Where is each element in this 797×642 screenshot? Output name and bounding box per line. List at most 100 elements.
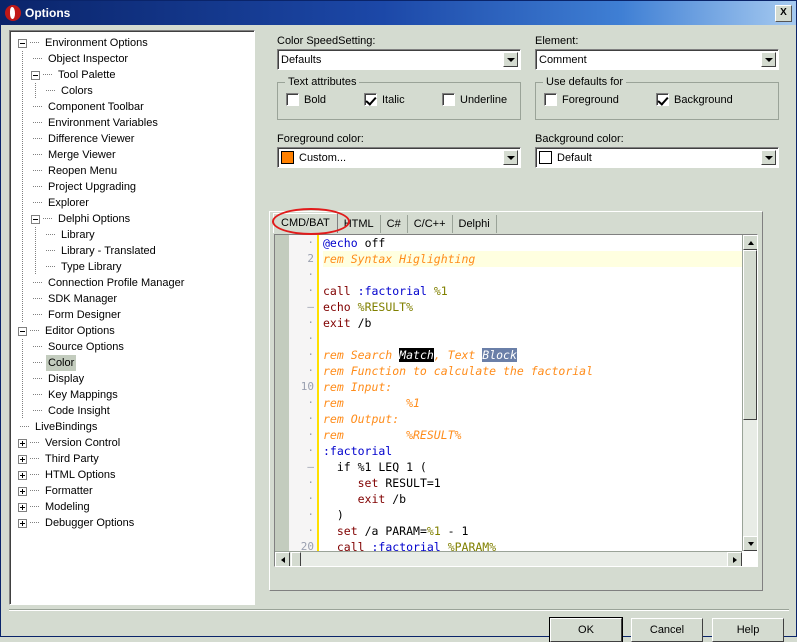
tree-item-label: Reopen Menu: [46, 163, 119, 179]
gutter-marker: ·: [289, 475, 314, 491]
tree-item[interactable]: Colors: [18, 83, 254, 99]
gutter-marker: 2: [289, 251, 314, 267]
expand-icon[interactable]: [18, 439, 27, 448]
vertical-scroll-thumb[interactable]: [743, 250, 757, 420]
close-icon[interactable]: X: [775, 5, 792, 22]
tree-item[interactable]: Environment Variables: [18, 115, 254, 131]
expand-icon[interactable]: [18, 455, 27, 464]
collapse-icon[interactable]: [18, 39, 27, 48]
tab-cmd-bat[interactable]: CMD/BAT: [273, 213, 338, 233]
tree-item-label: Project Upgrading: [46, 179, 138, 195]
tree-item[interactable]: Tool Palette: [18, 67, 254, 83]
code-text-area[interactable]: @echo offrem Syntax Higlighting call :fa…: [319, 235, 757, 566]
tree-item[interactable]: Merge Viewer: [18, 147, 254, 163]
tree-item[interactable]: Editor Options: [18, 323, 254, 339]
tree-item[interactable]: Color: [18, 355, 254, 371]
chevron-down-icon[interactable]: [761, 150, 776, 165]
checkbox-checked-icon[interactable]: [656, 93, 669, 106]
scroll-up-button[interactable]: [743, 235, 758, 250]
tree-item[interactable]: Modeling: [18, 499, 254, 515]
collapse-icon[interactable]: [31, 215, 40, 224]
checkbox-icon[interactable]: [544, 93, 557, 106]
tree-item[interactable]: Object Inspector: [18, 51, 254, 67]
tab-c-[interactable]: C#: [381, 215, 408, 233]
code-line: [323, 267, 757, 283]
tree-item[interactable]: Formatter: [18, 483, 254, 499]
tree-item-label: Object Inspector: [46, 51, 130, 67]
horizontal-scrollbar[interactable]: [275, 551, 742, 566]
footer-divider: [9, 609, 789, 611]
options-tree[interactable]: Environment OptionsObject InspectorTool …: [9, 30, 255, 605]
code-token: , Text: [434, 348, 482, 362]
checkbox-icon[interactable]: [286, 93, 299, 106]
options-dialog: Options X Environment OptionsObject Insp…: [0, 0, 797, 637]
scroll-down-button[interactable]: [743, 536, 758, 551]
chevron-down-icon[interactable]: [503, 150, 518, 165]
tree-item[interactable]: Difference Viewer: [18, 131, 254, 147]
gutter-marker: ·: [289, 331, 314, 347]
tab-strip[interactable]: CMD/BATHTMLC#C/C++Delphi: [270, 212, 762, 233]
tree-item[interactable]: Project Upgrading: [18, 179, 254, 195]
expand-icon[interactable]: [18, 503, 27, 512]
tree-item-label: Library - Translated: [59, 243, 158, 259]
checkbox-icon[interactable]: [442, 93, 455, 106]
background-color-combo[interactable]: Default: [535, 147, 779, 168]
tree-item[interactable]: Explorer: [18, 195, 254, 211]
foreground-default-checkbox[interactable]: Foreground: [544, 93, 656, 106]
tree-item-label: Form Designer: [46, 307, 123, 323]
color-speedsetting-label: Color SpeedSetting:: [277, 35, 521, 47]
tree-item[interactable]: HTML Options: [18, 467, 254, 483]
ok-button[interactable]: OK: [550, 618, 622, 642]
expand-icon[interactable]: [18, 471, 27, 480]
underline-checkbox[interactable]: Underline: [442, 93, 507, 106]
tree-item[interactable]: LiveBindings: [18, 419, 254, 435]
tree-item[interactable]: Source Options: [18, 339, 254, 355]
tree-item[interactable]: Display: [18, 371, 254, 387]
scroll-right-button[interactable]: [727, 552, 742, 567]
expand-icon[interactable]: [18, 487, 27, 496]
tab-c-c-[interactable]: C/C++: [408, 215, 453, 233]
italic-checkbox[interactable]: Italic: [364, 93, 442, 106]
tree-item[interactable]: Library: [18, 227, 254, 243]
tree-item[interactable]: Library - Translated: [18, 243, 254, 259]
code-token: /b: [351, 316, 372, 330]
background-default-checkbox[interactable]: Background: [656, 93, 733, 106]
tree-item[interactable]: Environment Options: [18, 35, 254, 51]
code-line: rem Syntax Higlighting: [323, 251, 757, 267]
code-token: [351, 284, 358, 298]
tab-html[interactable]: HTML: [338, 215, 381, 233]
chevron-down-icon[interactable]: [761, 52, 776, 67]
code-token: Match: [399, 348, 434, 362]
tree-item[interactable]: Third Party: [18, 451, 254, 467]
tree-item[interactable]: Delphi Options: [18, 211, 254, 227]
code-preview[interactable]: ·2··–····10····–····20··· @echo offrem S…: [274, 234, 758, 567]
tree-item[interactable]: Debugger Options: [18, 515, 254, 531]
bold-checkbox[interactable]: Bold: [286, 93, 364, 106]
scroll-left-button[interactable]: [275, 552, 290, 567]
tree-item[interactable]: Code Insight: [18, 403, 254, 419]
element-value: Comment: [539, 54, 587, 66]
element-combo[interactable]: Comment: [535, 49, 779, 70]
chevron-down-icon[interactable]: [503, 52, 518, 67]
checkbox-checked-icon[interactable]: [364, 93, 377, 106]
vertical-scrollbar[interactable]: [742, 235, 757, 551]
tree-item[interactable]: Version Control: [18, 435, 254, 451]
collapse-icon[interactable]: [18, 327, 27, 336]
expand-icon[interactable]: [18, 519, 27, 528]
foreground-color-combo[interactable]: Custom...: [277, 147, 521, 168]
tree-item[interactable]: Key Mappings: [18, 387, 254, 403]
help-button[interactable]: Help: [712, 618, 784, 642]
tree-item[interactable]: SDK Manager: [18, 291, 254, 307]
tree-item[interactable]: Form Designer: [18, 307, 254, 323]
cancel-button[interactable]: Cancel: [631, 618, 703, 642]
code-token: rem Output:: [323, 412, 399, 426]
tab-delphi[interactable]: Delphi: [453, 215, 497, 233]
tree-item[interactable]: Connection Profile Manager: [18, 275, 254, 291]
tree-item[interactable]: Reopen Menu: [18, 163, 254, 179]
color-speedsetting-combo[interactable]: Defaults: [277, 49, 521, 70]
color-options-pane: Color SpeedSetting: Defaults Element: Co…: [263, 25, 791, 605]
tree-item[interactable]: Component Toolbar: [18, 99, 254, 115]
tree-item[interactable]: Type Library: [18, 259, 254, 275]
horizontal-scroll-thumb[interactable]: [291, 552, 301, 567]
collapse-icon[interactable]: [31, 71, 40, 80]
